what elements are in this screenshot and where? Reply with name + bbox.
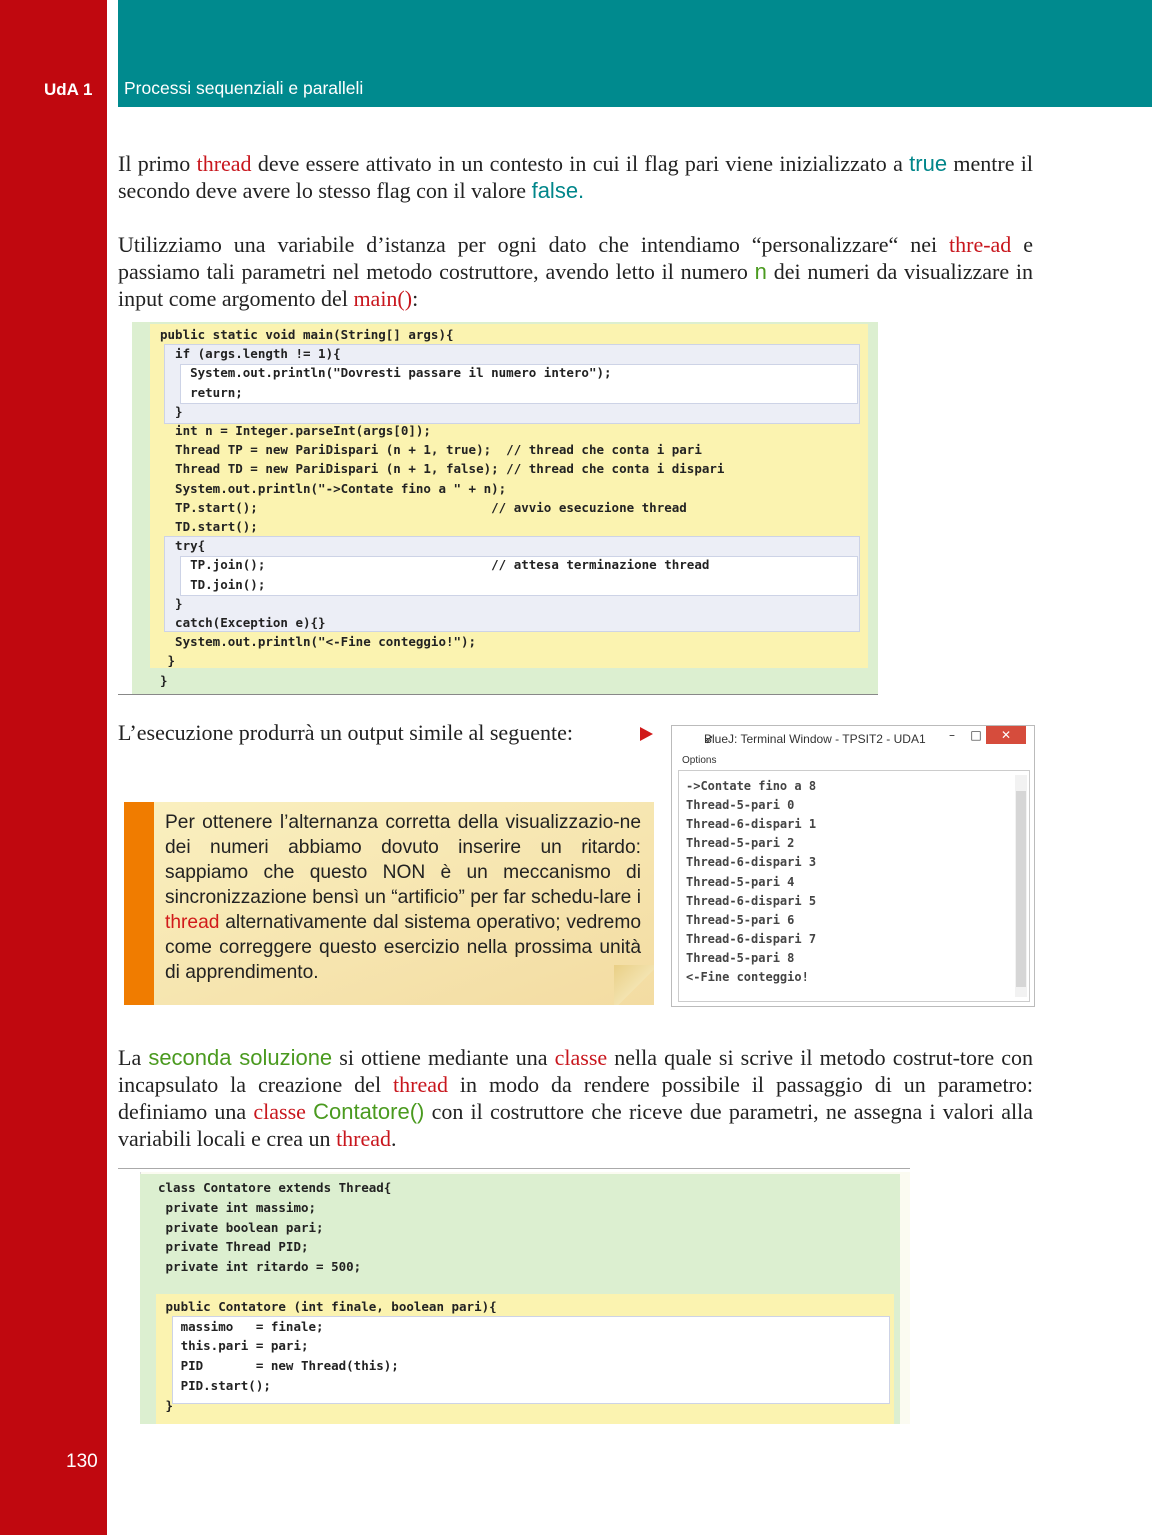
- code-line: System.out.println("Dovresti passare il …: [160, 365, 612, 381]
- text: Utilizziamo una variabile d’istanza per …: [118, 232, 950, 257]
- terminal-titlebar: ➶ BlueJ: Terminal Window - TPSIT2 - UDA1…: [672, 726, 1034, 752]
- code-line: System.out.println("->Contate fino a " +…: [160, 480, 507, 496]
- terminal-title: BlueJ: Terminal Window - TPSIT2 - UDA1: [704, 732, 926, 746]
- code-line: massimo = finale;: [158, 1318, 324, 1334]
- terminal-line: ->Contate fino a 8: [686, 779, 817, 793]
- code-line: private int massimo;: [158, 1199, 317, 1215]
- code-line: TP.start(); // avvio esecuzione thread: [160, 499, 687, 515]
- keyword-thread: thre-ad: [949, 232, 1012, 257]
- close-button[interactable]: ✕: [986, 726, 1026, 744]
- keyword-seconda-soluzione: seconda soluzione: [148, 1045, 333, 1070]
- keyword-thread: thread: [165, 912, 220, 933]
- code-line: TP.join(); // attesa terminazione thread: [160, 557, 710, 573]
- code-line: TD.join();: [160, 576, 266, 592]
- output-intro: L’esecuzione produrrà un output simile a…: [118, 720, 573, 745]
- keyword-contatore: Contatore(): [313, 1099, 425, 1124]
- terminal-line: Thread-5-pari 8: [686, 950, 795, 965]
- code-line: int n = Integer.parseInt(args[0]);: [160, 423, 431, 438]
- code-line: }: [160, 672, 168, 688]
- paragraph-2: Utilizziamo una variabile d’istanza per …: [118, 231, 1033, 312]
- keyword-main: main(): [353, 286, 413, 311]
- code-line: }: [160, 653, 176, 669]
- code-line: try{: [160, 538, 206, 554]
- keyword-false: false.: [531, 178, 585, 203]
- chapter-title: Processi sequenziali e paralleli: [124, 78, 364, 98]
- code2-top-rule: [118, 1168, 910, 1169]
- scrollbar-thumb[interactable]: [1016, 791, 1026, 987]
- terminal-line: Thread-5-pari 6: [686, 912, 795, 927]
- code-line: Thread TD = new PariDispari (n + 1, fals…: [160, 461, 725, 477]
- terminal-line: Thread-6-dispari 7: [686, 931, 817, 946]
- code-line: private Thread PID;: [158, 1239, 309, 1255]
- terminal-output: ->Contate fino a 8 Thread-5-pari 0 Thread-…: [678, 770, 1030, 1002]
- code-line: class Contatore extends Thread{: [158, 1180, 392, 1195]
- code-line: Thread TP = new PariDispari (n + 1, true…: [160, 442, 702, 458]
- keyword-classe: classe: [253, 1099, 306, 1124]
- terminal-line: <-Fine conteggio!: [686, 970, 809, 984]
- code-block-contatore: class Contatore extends Thread{ private …: [118, 1172, 910, 1424]
- text: [306, 1099, 313, 1124]
- page-number: 130: [66, 1451, 98, 1472]
- keyword-n: n: [754, 259, 767, 284]
- code-line: private int ritardo = 500;: [158, 1259, 362, 1275]
- text: Il primo: [118, 151, 197, 176]
- code-bottom-rule: [118, 694, 878, 695]
- text: si ottiene mediante una: [332, 1045, 555, 1070]
- line-gutter: [118, 1172, 141, 1424]
- text: :: [412, 286, 419, 311]
- text: La: [118, 1045, 149, 1070]
- terminal-line: Thread-5-pari 2: [686, 836, 795, 851]
- code-line: TD.start();: [160, 519, 258, 534]
- text: .: [391, 1126, 397, 1151]
- unit-label: UdA 1: [0, 76, 107, 106]
- keyword-thread: thread: [196, 151, 252, 176]
- code-line: return;: [160, 384, 243, 400]
- page-curl-decoration: [614, 965, 654, 1005]
- menu-options[interactable]: Options: [682, 755, 716, 766]
- keyword-classe: classe: [554, 1045, 608, 1070]
- unit-label-text: UdA 1: [44, 80, 93, 99]
- header-divider: [112, 80, 115, 102]
- text: deve essere attivato in un contesto in c…: [251, 151, 910, 176]
- code-block-main: public static void main(String[] args){ …: [118, 322, 878, 694]
- terminal-line: Thread-5-pari 4: [686, 874, 795, 889]
- note-box: Per ottenere l’alternanza corretta della…: [124, 802, 654, 1005]
- code-line: System.out.println("<-Fine conteggio!");: [160, 634, 477, 650]
- keyword-thread: thread: [393, 1072, 448, 1097]
- text: Per ottenere l’alternanza corretta della…: [165, 812, 641, 908]
- left-sidebar: [0, 0, 107, 1535]
- vertical-scrollbar[interactable]: [1015, 775, 1027, 997]
- paragraph-1: Il primo thread deve essere attivato in …: [118, 150, 1033, 204]
- note-accent-bar: [124, 802, 154, 1005]
- code-line: public static void main(String[] args){: [160, 327, 454, 342]
- terminal-window: ➶ BlueJ: Terminal Window - TPSIT2 - UDA1…: [671, 725, 1035, 1007]
- code-line: catch(Exception e){}: [160, 615, 326, 630]
- code-line: PID.start();: [158, 1378, 271, 1393]
- terminal-line: Thread-6-dispari 3: [686, 855, 817, 870]
- paragraph-3: La seconda soluzione si ottiene mediante…: [118, 1044, 1033, 1152]
- minimize-button[interactable]: –: [942, 726, 962, 744]
- note-text: Per ottenere l’alternanza corretta della…: [165, 810, 641, 985]
- terminal-line: Thread-6-dispari 1: [686, 817, 817, 832]
- terminal-line: Thread-5-pari 0: [686, 798, 795, 813]
- terminal-line: Thread-6-dispari 5: [686, 893, 817, 908]
- code-line: }: [160, 403, 183, 419]
- keyword-true: true: [909, 151, 948, 176]
- code-line: private boolean pari;: [158, 1219, 324, 1235]
- code-line: }: [160, 595, 183, 611]
- code-line: if (args.length != 1){: [160, 346, 341, 362]
- code-line: PID = new Thread(this);: [158, 1358, 399, 1374]
- line-gutter: [118, 322, 133, 694]
- code-line: }: [158, 1397, 174, 1413]
- code-line: this.pari = pari;: [158, 1338, 309, 1354]
- code-line: public Contatore (int finale, boolean pa…: [158, 1298, 497, 1314]
- keyword-thread: thread: [336, 1126, 392, 1151]
- arrow-right-icon: [640, 727, 653, 741]
- text: alternativamente dal sistema operativo; …: [165, 912, 641, 983]
- maximize-button[interactable]: □: [966, 726, 986, 744]
